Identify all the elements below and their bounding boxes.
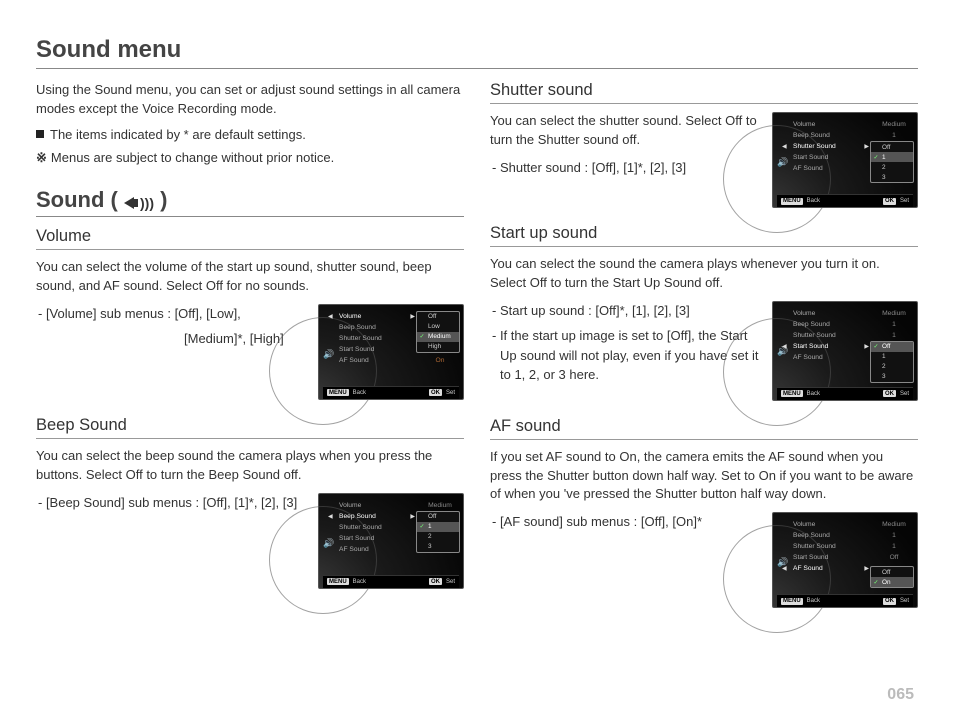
menu-item-volume: VolumeMedium xyxy=(777,308,913,319)
menu-item-af: AF SoundOn xyxy=(323,355,459,366)
shutter-row: You can select the shutter sound. Select… xyxy=(490,112,918,208)
startup-popup: Off 1 2 3 xyxy=(870,341,914,383)
intro-text: Using the Sound menu, you can set or adj… xyxy=(36,81,464,119)
menu-item-beep: Beep Sound1 xyxy=(777,319,913,330)
menu-item-volume: VolumeMedium xyxy=(323,500,459,511)
shutter-heading: Shutter sound xyxy=(490,81,918,104)
cam-footer: MENUBack OKSet xyxy=(777,594,913,607)
reference-mark-icon: ※ xyxy=(36,150,47,165)
volume-opts: - [Volume] sub menus : [Off], [Low], [Me… xyxy=(36,304,310,355)
af-menu-screenshot: 🔊 VolumeMedium Beep Sound1 Shutter Sound… xyxy=(772,512,918,608)
right-column: Shutter sound You can select the shutter… xyxy=(490,81,918,608)
startup-row: - Start up sound : [Off]*, [1], [2], [3]… xyxy=(490,301,918,401)
cam-footer: MENUBack OKSet xyxy=(323,575,459,588)
beep-row: - [Beep Sound] sub menus : [Off], [1]*, … xyxy=(36,493,464,589)
left-column: Using the Sound menu, you can set or adj… xyxy=(36,81,464,608)
default-note: The items indicated by * are default set… xyxy=(36,125,464,146)
af-row: - [AF sound] sub menus : [Off], [On]* 🔊 … xyxy=(490,512,918,608)
cam-footer: MENUBack OKSet xyxy=(777,387,913,400)
menu-item-volume: VolumeMedium xyxy=(777,519,913,530)
sound-section-heading: Sound ( ))) ) xyxy=(36,187,464,217)
menu-item-volume: VolumeMedium xyxy=(777,119,913,130)
page-number: 065 xyxy=(887,686,914,704)
af-text: - [AF sound] sub menus : [Off], [On]* xyxy=(490,512,764,538)
volume-popup: Off Low Medium High xyxy=(416,311,460,353)
menu-item-shutter: Shutter Sound1 xyxy=(777,330,913,341)
cam-footer: MENUBack OKSet xyxy=(777,194,913,207)
beep-body: You can select the beep sound the camera… xyxy=(36,447,464,485)
af-popup: Off On xyxy=(870,566,914,588)
beep-heading: Beep Sound xyxy=(36,416,464,439)
volume-heading: Volume xyxy=(36,227,464,250)
menu-item-shutter: Shutter Sound1 xyxy=(777,541,913,552)
manual-page: Sound menu Using the Sound menu, you can… xyxy=(0,0,954,628)
change-note: ※Menus are subject to change without pri… xyxy=(36,148,464,169)
startup-heading: Start up sound xyxy=(490,224,918,247)
speaker-icon: ))) xyxy=(124,196,154,210)
page-title: Sound menu xyxy=(36,36,918,69)
beep-popup: Off 1 2 3 xyxy=(416,511,460,553)
startup-body: You can select the sound the camera play… xyxy=(490,255,918,293)
beep-opts: - [Beep Sound] sub menus : [Off], [1]*, … xyxy=(36,493,310,519)
beep-menu-screenshot: 🔊 VolumeMedium Beep Sound Shutter Sound … xyxy=(318,493,464,589)
menu-item-beep: Beep Sound1 xyxy=(777,530,913,541)
shutter-menu-screenshot: 🔊 VolumeMedium Beep Sound1 Shutter Sound… xyxy=(772,112,918,208)
shutter-popup: Off 1 2 3 xyxy=(870,141,914,183)
cam-footer: MENUBack OKSet xyxy=(323,386,459,399)
af-heading: AF sound xyxy=(490,417,918,440)
volume-row: - [Volume] sub menus : [Off], [Low], [Me… xyxy=(36,304,464,400)
af-body: If you set AF sound to On, the camera em… xyxy=(490,448,918,505)
menu-item-beep: Beep Sound1 xyxy=(777,130,913,141)
volume-menu-screenshot: 🔊 Volume Beep Sound Shutter Sound Start … xyxy=(318,304,464,400)
menu-item-start: Start SoundOff xyxy=(777,552,913,563)
square-bullet-icon xyxy=(36,130,44,138)
volume-body: You can select the volume of the start u… xyxy=(36,258,464,296)
columns: Using the Sound menu, you can set or adj… xyxy=(36,81,918,608)
startup-menu-screenshot: 🔊 VolumeMedium Beep Sound1 Shutter Sound… xyxy=(772,301,918,401)
